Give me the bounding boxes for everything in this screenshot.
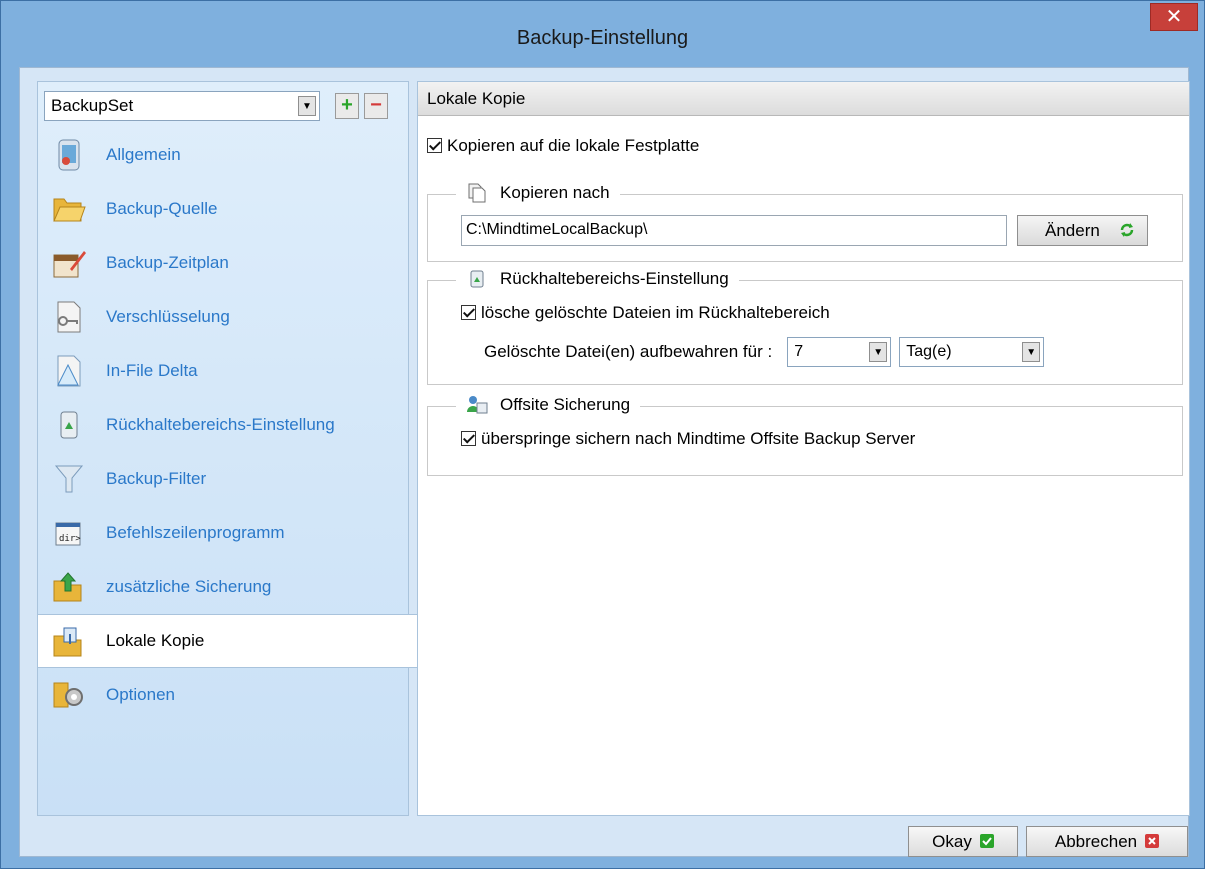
local-copy-icon [53,627,82,657]
checkbox-checked[interactable] [461,305,476,320]
sidebar-nav: Allgemein Backup-Quelle Backup-Zeitplan … [38,128,420,722]
sidebar-item-in-file-delta[interactable]: In-File Delta [38,344,408,398]
funnel-icon [54,465,84,493]
general-icon [58,139,80,171]
delta-document-icon [57,355,81,387]
backupset-value: BackupSet [51,96,134,115]
sidebar-item-label: Backup-Filter [106,469,207,488]
command-line-icon: dir> [55,522,81,546]
keep-days-value: 7 [794,343,804,360]
sidebar-item-rueckhaltebereich[interactable]: Rückhaltebereichs-Einstellung [38,398,408,452]
dialog-body: BackupSet ▼ + − Allgemein Backup-Quelle … [19,67,1190,857]
remove-backupset-button[interactable]: − [364,93,388,119]
copy-to-legend: Kopieren nach [456,182,620,204]
window-title: Backup-Einstellung [516,27,689,49]
backup-settings-window: Backup-Einstellung ✕ BackupSet ▼ + − All… [0,0,1205,869]
local-copy-panel: Lokale Kopie Kopieren auf die lokale Fes… [417,81,1190,816]
sidebar-item-backup-quelle[interactable]: Backup-Quelle [38,182,408,236]
options-gear-icon [53,682,83,708]
change-path-label: Ändern [1045,221,1100,240]
chevron-down-icon[interactable]: ▼ [869,342,888,362]
offsite-group: Offsite Sicherung überspringe sichern na… [427,394,1183,476]
copy-to-local-label: Kopieren auf die lokale Festplatte [447,136,700,155]
sidebar-item-allgemein[interactable]: Allgemein [38,128,408,182]
copy-to-group: Kopieren nach C:\MindtimeLocalBackup\ Än… [427,182,1183,262]
sidebar-item-label: Verschlüsselung [106,307,230,326]
cancel-button[interactable]: Abbrechen [1026,826,1188,857]
sidebar-item-zusaetzliche-sicherung[interactable]: zusätzliche Sicherung [38,560,408,614]
delete-retention-label: lösche gelöschte Dateien im Rückhalteber… [481,303,830,322]
sidebar-item-label: Allgemein [106,145,181,164]
close-icon [1145,834,1160,848]
recycle-bin-icon [470,270,484,288]
keep-unit-select[interactable]: Tag(e) ▼ [899,337,1045,367]
sidebar-item-label: Backup-Quelle [106,199,218,218]
okay-label: Okay [932,832,972,851]
keep-days-select[interactable]: 7 ▼ [787,337,892,367]
sidebar-item-label: Lokale Kopie [106,631,205,650]
copy-documents-icon [468,183,486,203]
key-document-icon [57,301,81,333]
folder-icon [53,198,86,222]
backupset-select[interactable]: BackupSet ▼ [44,91,320,121]
sidebar: BackupSet ▼ + − Allgemein Backup-Quelle … [37,81,420,816]
offsite-legend-label: Offsite Sicherung [500,395,631,414]
check-icon [979,834,994,848]
okay-button[interactable]: Okay [908,826,1018,857]
close-button[interactable]: ✕ [1150,3,1198,31]
refresh-icon [1120,223,1134,237]
sidebar-item-backup-zeitplan[interactable]: Backup-Zeitplan [38,236,408,290]
keep-deleted-label: Gelöschte Datei(en) aufbewahren für : [484,342,773,361]
offsite-server-icon [467,396,488,414]
svg-text:dir>: dir> [59,534,81,544]
sidebar-item-label: zusätzliche Sicherung [106,577,272,596]
sidebar-item-label: In-File Delta [106,361,198,380]
extra-backup-icon [53,572,82,602]
retention-group: Rückhaltebereichs-Einstellung lösche gel… [427,268,1183,385]
add-backupset-button[interactable]: + [335,93,359,119]
sidebar-item-label: Befehlszeilenprogramm [106,523,285,542]
retention-legend: Rückhaltebereichs-Einstellung [456,268,739,290]
sidebar-item-optionen[interactable]: Optionen [38,668,408,722]
sidebar-item-backup-filter[interactable]: Backup-Filter [38,452,408,506]
skip-offsite-label: überspringe sichern nach Mindtime Offsit… [481,429,916,448]
checkbox-checked[interactable] [461,431,476,446]
sidebar-item-befehlszeile[interactable]: dir> Befehlszeilenprogramm [38,506,408,560]
chevron-down-icon[interactable]: ▼ [298,96,316,116]
sidebar-item-verschluesselung[interactable]: Verschlüsselung [38,290,408,344]
change-path-button[interactable]: Ändern [1017,215,1148,246]
keep-deleted-row: Gelöschte Datei(en) aufbewahren für : 7 … [484,337,1045,367]
copy-to-local-checkbox[interactable]: Kopieren auf die lokale Festplatte [427,136,699,156]
chevron-down-icon[interactable]: ▼ [1022,342,1041,362]
panel-title: Lokale Kopie [418,82,1189,116]
sidebar-item-label: Backup-Zeitplan [106,253,229,272]
sidebar-item-label: Rückhaltebereichs-Einstellung [106,415,335,434]
recycle-bin-icon [60,411,78,439]
keep-unit-value: Tag(e) [906,343,952,360]
retention-legend-label: Rückhaltebereichs-Einstellung [500,269,729,288]
calendar-pen-icon [53,251,86,278]
sidebar-item-label: Optionen [106,685,175,704]
local-path-field[interactable]: C:\MindtimeLocalBackup\ [461,215,1007,246]
copy-to-legend-label: Kopieren nach [500,183,610,202]
title-bar[interactable]: Backup-Einstellung ✕ [1,1,1204,65]
skip-offsite-checkbox[interactable]: überspringe sichern nach Mindtime Offsit… [461,429,915,449]
checkbox-checked[interactable] [427,138,442,153]
delete-retention-checkbox[interactable]: lösche gelöschte Dateien im Rückhalteber… [461,303,830,323]
sidebar-item-lokale-kopie[interactable]: Lokale Kopie [38,614,420,668]
cancel-label: Abbrechen [1054,832,1138,851]
offsite-legend: Offsite Sicherung [456,394,641,416]
